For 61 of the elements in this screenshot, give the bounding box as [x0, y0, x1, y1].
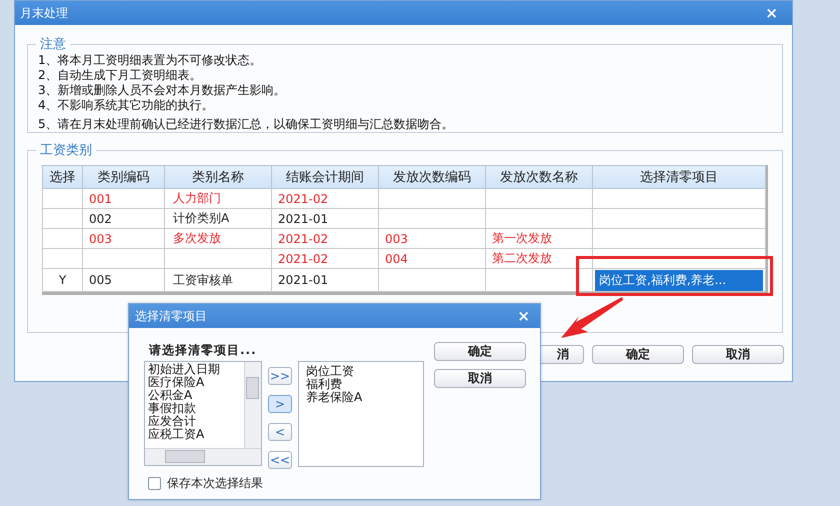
arrow-annotation [561, 297, 623, 338]
list-item[interactable]: 初始进入日期 [148, 363, 242, 376]
move-button[interactable]: < [268, 423, 292, 441]
list-item[interactable]: 事假扣款 [148, 402, 242, 415]
notice-line: 5、请在月末处理前确认已经进行数据汇总，以确保工资明细与汇总数据吻合。 [38, 117, 455, 132]
table-cell: 2021-01 [272, 268, 378, 292]
column-header[interactable]: 选择清零项目 [592, 166, 766, 188]
column-header[interactable]: 结账会计期间 [272, 166, 378, 188]
window-button[interactable]: 确定 [592, 345, 684, 364]
list-item[interactable]: 应发合计 [148, 415, 242, 428]
selected-cell[interactable]: 岗位工资,福利费,养老... [595, 270, 763, 291]
checkbox-label: 保存本次选择结果 [167, 475, 263, 492]
column-header[interactable]: 选择 [42, 166, 82, 188]
checkbox[interactable] [148, 477, 161, 490]
list-item[interactable]: 医疗保险A [148, 376, 242, 389]
move-button[interactable]: << [268, 451, 292, 469]
table-cell: 003 [82, 228, 164, 248]
notice-line: 3、新增或删除人员不会对本月数据产生影响。 [38, 83, 287, 98]
move-button[interactable]: >> [268, 367, 292, 385]
table-cell: 2021-02 [272, 188, 378, 208]
close-button[interactable]: × [765, 4, 778, 22]
list-item[interactable]: 岗位工资 [306, 365, 400, 378]
window-button[interactable]: 取消 [692, 345, 784, 364]
table-cell: 2021-02 [272, 228, 378, 248]
column-header[interactable]: 发放次数名称 [486, 166, 592, 188]
table-cell: 001 [82, 188, 164, 208]
table-cell: 2021-02 [272, 248, 378, 268]
notice-line: 1、将本月工资明细表置为不可修改状态。 [38, 53, 263, 68]
list-item[interactable]: 公积金A [148, 389, 242, 402]
prompt-label: 请选择清零项目... [149, 342, 258, 359]
dialog-button[interactable]: 取消 [434, 369, 526, 388]
horizontal-scrollbar[interactable] [145, 448, 261, 465]
table-cell: 003 [378, 228, 486, 248]
dialog-button[interactable]: 确定 [434, 342, 526, 361]
dialog-title: 选择清零项目 [135, 308, 207, 324]
table-cell: 多次发放 [164, 228, 272, 248]
column-header[interactable]: 类别名称 [164, 166, 272, 188]
group-title: 工资类别 [39, 142, 93, 159]
table-cell: 第二次发放 [486, 248, 592, 268]
move-button[interactable]: > [268, 395, 292, 413]
group-title: 注意 [39, 36, 67, 53]
vertical-scrollbar[interactable] [244, 362, 261, 449]
list-item[interactable]: 福利费 [306, 378, 400, 391]
table-cell: 005 [82, 268, 164, 292]
table-cell: 002 [82, 208, 164, 228]
available-items-list[interactable]: 初始进入日期 医疗保险A 公积金A 事假扣款 应发合计 应税工资A [144, 361, 262, 466]
chosen-items-list[interactable]: 岗位工资 福利费 养老保险A [298, 361, 424, 467]
notice-line: 4、不影响系统其它功能的执行。 [38, 98, 215, 113]
column-header[interactable]: 发放次数编码 [378, 166, 486, 188]
column-header[interactable]: 类别编码 [82, 166, 164, 188]
window-title: 月末处理 [20, 4, 68, 22]
table-cell: 004 [378, 248, 486, 268]
table-cell: Y [42, 268, 82, 292]
table-cell: 2021-01 [272, 208, 378, 228]
table-cell: 人力部门 [164, 188, 272, 208]
notice-line: 2、自动生成下月工资明细表。 [38, 68, 203, 83]
list-item[interactable]: 应税工资A [148, 428, 242, 441]
table-cell: 计价类别A [164, 208, 272, 228]
list-item[interactable]: 养老保险A [306, 391, 400, 404]
table-cell: 工资审核单 [164, 268, 272, 292]
table-cell: 第一次发放 [486, 228, 592, 248]
